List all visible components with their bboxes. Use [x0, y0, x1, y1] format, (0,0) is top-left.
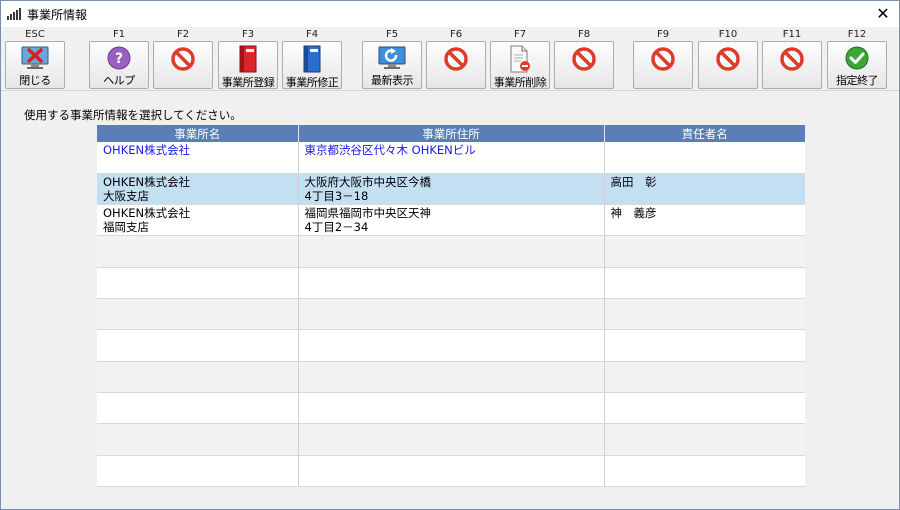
column-header-office-address[interactable]: 事業所住所	[297, 125, 604, 142]
f6-disabled-button[interactable]	[426, 41, 486, 89]
disabled-icon	[571, 45, 597, 73]
empty-row[interactable]	[97, 361, 805, 394]
manager-name-cell	[603, 142, 805, 174]
close-icon[interactable]: ✕	[867, 1, 899, 27]
finish-selection-button[interactable]: 指定終了	[827, 41, 887, 89]
delete-document-icon	[508, 45, 532, 73]
fkey-f9: F9	[656, 29, 670, 40]
register-office-button[interactable]: 事業所登録	[218, 41, 278, 89]
instruction-text: 使用する事業所情報を選択してください。	[24, 108, 242, 122]
empty-row[interactable]	[97, 235, 805, 268]
window: 事業所情報 ✕ ESC 閉じる F1 ? ヘルプ F2 F3 事業所登録 F4 …	[0, 0, 900, 510]
empty-row[interactable]	[97, 298, 805, 331]
register-office-label: 事業所登録	[221, 76, 275, 89]
empty-row[interactable]	[97, 455, 805, 488]
fkey-f12: F12	[847, 29, 867, 40]
table-row[interactable]: OHKEN株式会社 大阪支店 大阪府大阪市中央区今橋 4丁目3－18 高田 彰	[97, 173, 805, 206]
fkey-f2: F2	[176, 29, 190, 40]
edit-office-label: 事業所修正	[285, 76, 339, 89]
fkey-f4: F4	[305, 29, 319, 40]
table-row[interactable]: OHKEN株式会社 東京都渋谷区代々木 OHKENビル	[97, 142, 805, 174]
disabled-icon	[443, 45, 469, 73]
column-header-manager-name[interactable]: 責任者名	[603, 125, 805, 142]
blue-binder-icon	[301, 45, 323, 73]
disabled-icon	[170, 45, 196, 73]
table-header-row: 事業所名 事業所住所 責任者名	[97, 125, 805, 142]
f10-disabled-button[interactable]	[698, 41, 758, 89]
manager-name-cell: 神 義彦	[603, 204, 805, 237]
table-row[interactable]: OHKEN株式会社 福岡支店 福岡県福岡市中央区天神 4丁目2－34 神 義彦	[97, 204, 805, 237]
fkey-f5: F5	[385, 29, 399, 40]
refresh-icon	[377, 45, 407, 71]
function-toolbar: ESC 閉じる F1 ? ヘルプ F2 F3 事業所登録 F4 事業所修正 F5…	[1, 27, 899, 91]
office-address-cell: 福岡県福岡市中央区天神 4丁目2－34	[297, 204, 604, 237]
empty-row[interactable]	[97, 392, 805, 425]
close-button[interactable]: 閉じる	[5, 41, 65, 89]
office-table: 事業所名 事業所住所 責任者名 OHKEN株式会社 東京都渋谷区代々木 OHKE…	[97, 125, 805, 488]
f11-disabled-button[interactable]	[762, 41, 822, 89]
window-title: 事業所情報	[27, 7, 88, 22]
fkey-f7: F7	[513, 29, 527, 40]
fkey-f3: F3	[241, 29, 255, 40]
bar-chart-icon	[7, 8, 21, 20]
office-address-cell: 大阪府大阪市中央区今橋 4丁目3－18	[297, 173, 604, 206]
help-button-label: ヘルプ	[103, 74, 135, 87]
help-icon: ?	[106, 45, 132, 71]
refresh-label: 最新表示	[371, 74, 414, 87]
refresh-button[interactable]: 最新表示	[362, 41, 422, 89]
office-name-cell: OHKEN株式会社 福岡支店	[97, 204, 298, 237]
edit-office-button[interactable]: 事業所修正	[282, 41, 342, 89]
disabled-icon	[715, 45, 741, 73]
empty-row[interactable]	[97, 267, 805, 300]
f2-disabled-button[interactable]	[153, 41, 213, 89]
office-name-cell: OHKEN株式会社 大阪支店	[97, 173, 298, 206]
f9-disabled-button[interactable]	[633, 41, 693, 89]
disabled-icon	[779, 45, 805, 73]
delete-office-label: 事業所削除	[493, 76, 547, 89]
f8-disabled-button[interactable]	[554, 41, 614, 89]
help-button[interactable]: ? ヘルプ	[89, 41, 149, 89]
fkey-f10: F10	[718, 29, 738, 40]
title-bar: 事業所情報 ✕	[1, 1, 899, 27]
finish-selection-label: 指定終了	[836, 74, 879, 87]
red-binder-icon	[237, 45, 259, 73]
close-button-label: 閉じる	[19, 74, 51, 87]
empty-row[interactable]	[97, 423, 805, 456]
manager-name-cell: 高田 彰	[603, 173, 805, 206]
fkey-f1: F1	[112, 29, 126, 40]
fkey-f6: F6	[449, 29, 463, 40]
fkey-esc: ESC	[25, 29, 45, 40]
office-name-cell: OHKEN株式会社	[97, 142, 298, 174]
fkey-f11: F11	[782, 29, 802, 40]
delete-office-button[interactable]: 事業所削除	[490, 41, 550, 89]
column-header-office-name[interactable]: 事業所名	[97, 125, 298, 142]
check-icon	[844, 45, 870, 71]
close-monitor-icon	[20, 45, 50, 71]
office-address-cell: 東京都渋谷区代々木 OHKENビル	[297, 142, 604, 174]
fkey-f8: F8	[577, 29, 591, 40]
svg-text:?: ?	[115, 51, 123, 67]
disabled-icon	[650, 45, 676, 73]
empty-row[interactable]	[97, 329, 805, 362]
